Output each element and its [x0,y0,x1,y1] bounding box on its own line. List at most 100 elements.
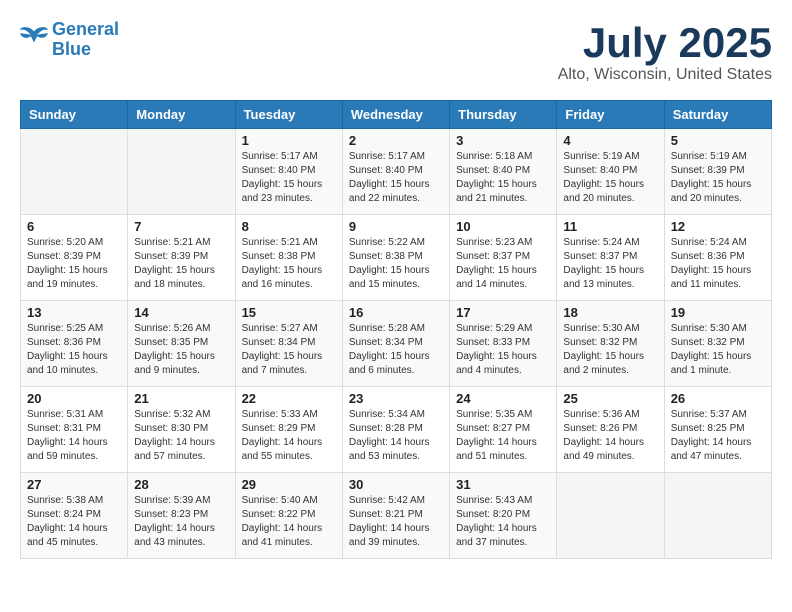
calendar-cell: 1 Sunrise: 5:17 AM Sunset: 8:40 PM Daylig… [235,129,342,215]
day-detail: Sunrise: 5:23 AM Sunset: 8:37 PM Dayligh… [456,236,550,292]
day-number: 23 [349,391,443,406]
day-detail: Sunrise: 5:27 AM Sunset: 8:34 PM Dayligh… [242,322,336,378]
day-number: 26 [671,391,765,406]
day-detail: Sunrise: 5:37 AM Sunset: 8:25 PM Dayligh… [671,408,765,464]
calendar-cell: 23 Sunrise: 5:34 AM Sunset: 8:28 PM Dayli… [342,387,449,473]
calendar-week-row: 13Sunrise: 5:25 AM Sunset: 8:36 PM Dayli… [21,301,772,387]
calendar-cell: 6Sunrise: 5:20 AM Sunset: 8:39 PM Daylig… [21,215,128,301]
day-number: 28 [134,477,228,492]
calendar-cell [128,129,235,215]
calendar-cell: 22 Sunrise: 5:33 AM Sunset: 8:29 PM Dayli… [235,387,342,473]
calendar-cell: 29 Sunrise: 5:40 AM Sunset: 8:22 PM Dayli… [235,473,342,559]
day-detail: Sunrise: 5:32 AM Sunset: 8:30 PM Dayligh… [134,408,228,464]
logo: GeneralBlue [20,20,119,60]
title-block: July 2025 Alto, Wisconsin, United States [558,20,772,84]
calendar-week-row: 6Sunrise: 5:20 AM Sunset: 8:39 PM Daylig… [21,215,772,301]
weekday-header-row: SundayMondayTuesdayWednesdayThursdayFrid… [21,101,772,129]
calendar-cell: 25 Sunrise: 5:36 AM Sunset: 8:26 PM Dayli… [557,387,664,473]
day-number: 1 [242,133,336,148]
day-detail: Sunrise: 5:24 AM Sunset: 8:37 PM Dayligh… [563,236,657,292]
day-number: 25 [563,391,657,406]
month-title: July 2025 [558,20,772,66]
calendar-cell: 21 Sunrise: 5:32 AM Sunset: 8:30 PM Dayli… [128,387,235,473]
calendar-cell: 20Sunrise: 5:31 AM Sunset: 8:31 PM Dayli… [21,387,128,473]
day-detail: Sunrise: 5:36 AM Sunset: 8:26 PM Dayligh… [563,408,657,464]
weekday-header-tuesday: Tuesday [235,101,342,129]
weekday-header-saturday: Saturday [664,101,771,129]
day-number: 14 [134,305,228,320]
day-detail: Sunrise: 5:34 AM Sunset: 8:28 PM Dayligh… [349,408,443,464]
weekday-header-wednesday: Wednesday [342,101,449,129]
day-detail: Sunrise: 5:30 AM Sunset: 8:32 PM Dayligh… [563,322,657,378]
day-detail: Sunrise: 5:17 AM Sunset: 8:40 PM Dayligh… [242,150,336,206]
calendar-cell: 18Sunrise: 5:30 AM Sunset: 8:32 PM Dayli… [557,301,664,387]
day-number: 24 [456,391,550,406]
calendar-cell: 11 Sunrise: 5:24 AM Sunset: 8:37 PM Dayli… [557,215,664,301]
calendar-cell [557,473,664,559]
day-detail: Sunrise: 5:25 AM Sunset: 8:36 PM Dayligh… [27,322,121,378]
day-detail: Sunrise: 5:33 AM Sunset: 8:29 PM Dayligh… [242,408,336,464]
day-detail: Sunrise: 5:21 AM Sunset: 8:39 PM Dayligh… [134,236,228,292]
day-detail: Sunrise: 5:43 AM Sunset: 8:20 PM Dayligh… [456,494,550,550]
calendar-cell: 5 Sunrise: 5:19 AM Sunset: 8:39 PM Daylig… [664,129,771,215]
location: Alto, Wisconsin, United States [558,66,772,84]
calendar-cell [664,473,771,559]
calendar-cell: 15Sunrise: 5:27 AM Sunset: 8:34 PM Dayli… [235,301,342,387]
calendar-cell: 26 Sunrise: 5:37 AM Sunset: 8:25 PM Dayli… [664,387,771,473]
calendar-cell: 7 Sunrise: 5:21 AM Sunset: 8:39 PM Daylig… [128,215,235,301]
day-detail: Sunrise: 5:42 AM Sunset: 8:21 PM Dayligh… [349,494,443,550]
day-detail: Sunrise: 5:21 AM Sunset: 8:38 PM Dayligh… [242,236,336,292]
day-number: 11 [563,219,657,234]
calendar-week-row: 20Sunrise: 5:31 AM Sunset: 8:31 PM Dayli… [21,387,772,473]
calendar-cell [21,129,128,215]
day-detail: Sunrise: 5:26 AM Sunset: 8:35 PM Dayligh… [134,322,228,378]
day-detail: Sunrise: 5:20 AM Sunset: 8:39 PM Dayligh… [27,236,121,292]
day-number: 10 [456,219,550,234]
day-number: 29 [242,477,336,492]
calendar-cell: 28 Sunrise: 5:39 AM Sunset: 8:23 PM Dayli… [128,473,235,559]
day-number: 16 [349,305,443,320]
day-number: 21 [134,391,228,406]
day-detail: Sunrise: 5:24 AM Sunset: 8:36 PM Dayligh… [671,236,765,292]
calendar-cell: 31Sunrise: 5:43 AM Sunset: 8:20 PM Dayli… [450,473,557,559]
calendar-cell: 12 Sunrise: 5:24 AM Sunset: 8:36 PM Dayli… [664,215,771,301]
day-number: 19 [671,305,765,320]
calendar-cell: 4Sunrise: 5:19 AM Sunset: 8:40 PM Daylig… [557,129,664,215]
calendar-week-row: 27Sunrise: 5:38 AM Sunset: 8:24 PM Dayli… [21,473,772,559]
calendar-cell: 13Sunrise: 5:25 AM Sunset: 8:36 PM Dayli… [21,301,128,387]
calendar-cell: 10 Sunrise: 5:23 AM Sunset: 8:37 PM Dayli… [450,215,557,301]
day-number: 5 [671,133,765,148]
day-detail: Sunrise: 5:19 AM Sunset: 8:39 PM Dayligh… [671,150,765,206]
calendar-cell: 17 Sunrise: 5:29 AM Sunset: 8:33 PM Dayli… [450,301,557,387]
calendar-cell: 30Sunrise: 5:42 AM Sunset: 8:21 PM Dayli… [342,473,449,559]
day-detail: Sunrise: 5:17 AM Sunset: 8:40 PM Dayligh… [349,150,443,206]
calendar-cell: 2Sunrise: 5:17 AM Sunset: 8:40 PM Daylig… [342,129,449,215]
day-detail: Sunrise: 5:29 AM Sunset: 8:33 PM Dayligh… [456,322,550,378]
page-header: GeneralBlue July 2025 Alto, Wisconsin, U… [20,20,772,84]
calendar-week-row: 1 Sunrise: 5:17 AM Sunset: 8:40 PM Daylig… [21,129,772,215]
calendar-cell: 8Sunrise: 5:21 AM Sunset: 8:38 PM Daylig… [235,215,342,301]
day-detail: Sunrise: 5:40 AM Sunset: 8:22 PM Dayligh… [242,494,336,550]
weekday-header-sunday: Sunday [21,101,128,129]
calendar-cell: 16 Sunrise: 5:28 AM Sunset: 8:34 PM Dayli… [342,301,449,387]
logo-text: GeneralBlue [52,20,119,60]
day-detail: Sunrise: 5:19 AM Sunset: 8:40 PM Dayligh… [563,150,657,206]
day-number: 27 [27,477,121,492]
calendar-cell: 3Sunrise: 5:18 AM Sunset: 8:40 PM Daylig… [450,129,557,215]
day-detail: Sunrise: 5:28 AM Sunset: 8:34 PM Dayligh… [349,322,443,378]
day-number: 20 [27,391,121,406]
day-detail: Sunrise: 5:39 AM Sunset: 8:23 PM Dayligh… [134,494,228,550]
calendar-cell: 14 Sunrise: 5:26 AM Sunset: 8:35 PM Dayli… [128,301,235,387]
day-number: 7 [134,219,228,234]
weekday-header-monday: Monday [128,101,235,129]
logo-icon [20,25,48,49]
day-number: 3 [456,133,550,148]
calendar-cell: 27Sunrise: 5:38 AM Sunset: 8:24 PM Dayli… [21,473,128,559]
day-detail: Sunrise: 5:30 AM Sunset: 8:32 PM Dayligh… [671,322,765,378]
weekday-header-friday: Friday [557,101,664,129]
day-number: 17 [456,305,550,320]
day-number: 12 [671,219,765,234]
day-number: 22 [242,391,336,406]
day-detail: Sunrise: 5:35 AM Sunset: 8:27 PM Dayligh… [456,408,550,464]
calendar-cell: 9Sunrise: 5:22 AM Sunset: 8:38 PM Daylig… [342,215,449,301]
